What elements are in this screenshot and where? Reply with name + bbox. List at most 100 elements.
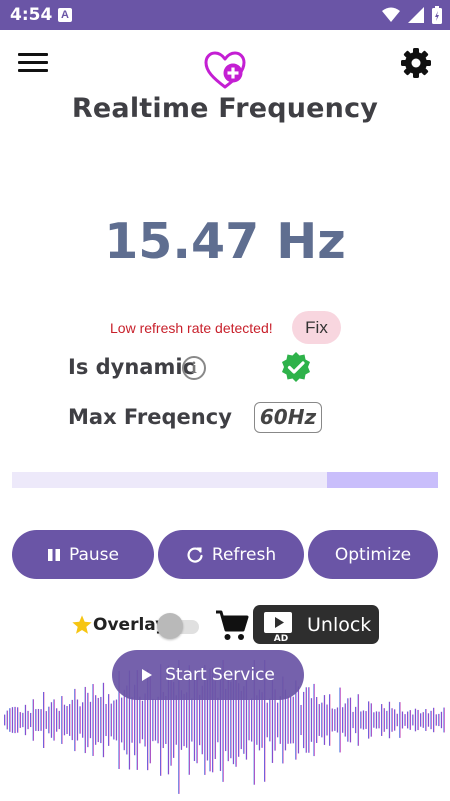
wave-bar: [349, 697, 352, 743]
cart-icon[interactable]: [214, 607, 250, 643]
wave-bar: [248, 699, 250, 741]
wave-bar: [365, 711, 367, 729]
wave-bar: [66, 705, 68, 735]
notification-icon: A: [58, 8, 72, 22]
video-ad-icon: AD: [264, 612, 292, 644]
wave-bar: [427, 713, 430, 727]
start-service-button[interactable]: Start Service: [112, 650, 304, 700]
wave-bar: [84, 686, 86, 754]
optimize-label: Optimize: [334, 544, 412, 565]
wave-bar: [105, 703, 107, 737]
info-icon[interactable]: i: [182, 356, 206, 380]
wave-bar: [131, 697, 133, 743]
wave-bar: [386, 710, 388, 730]
wave-bar: [420, 713, 422, 727]
wave-bar: [76, 699, 79, 741]
wave-bar: [308, 687, 310, 753]
wave-bar: [383, 708, 385, 732]
overlay-toggle[interactable]: [157, 613, 201, 639]
wave-bar: [162, 691, 164, 749]
wave-bar: [316, 697, 318, 743]
wave-bar: [336, 707, 339, 733]
wave-bar: [409, 710, 411, 730]
start-service-label: Start Service: [165, 665, 275, 685]
refresh-label: Refresh: [211, 544, 277, 565]
wave-bar: [310, 698, 313, 742]
wave-bar: [61, 696, 63, 744]
wave-bar: [323, 695, 326, 745]
max-frequency-value: 60Hz: [254, 402, 322, 433]
battery-icon: [432, 6, 442, 24]
hamburger-icon-line: [18, 61, 48, 64]
progress-fill: [327, 472, 438, 488]
wave-bar: [277, 702, 279, 738]
signal-icon: [408, 7, 424, 23]
wave-bar: [303, 691, 305, 749]
wave-bar: [355, 706, 357, 734]
wave-bar: [433, 707, 435, 733]
wave-bar: [69, 704, 71, 736]
unlock-button[interactable]: AD Unlock: [253, 605, 379, 644]
hamburger-icon-line: [18, 53, 48, 56]
status-bar: 4:54 A: [0, 0, 450, 30]
pause-button[interactable]: Pause: [12, 530, 154, 579]
wave-bar: [357, 694, 359, 746]
wave-bar: [217, 697, 219, 743]
status-time: 4:54: [10, 5, 53, 25]
wave-bar: [35, 709, 37, 731]
verified-check-icon: [282, 352, 310, 382]
low-refresh-warning: Low refresh rate detected!: [110, 320, 273, 336]
gear-icon[interactable]: [400, 47, 432, 79]
wave-bar: [266, 702, 268, 738]
wave-bar: [71, 699, 73, 741]
status-icons: [382, 6, 442, 24]
wave-bar: [74, 688, 76, 752]
wave-bar: [56, 708, 58, 732]
wave-bar: [360, 711, 362, 729]
wave-bar: [108, 694, 110, 746]
pause-icon: [48, 548, 60, 561]
refresh-button[interactable]: Refresh: [158, 530, 304, 579]
wave-bar: [53, 699, 55, 741]
wave-bar: [115, 699, 118, 741]
wave-bar: [422, 712, 424, 728]
wave-bar: [404, 714, 406, 726]
wave-bar: [58, 710, 60, 730]
wave-bar: [11, 707, 14, 733]
wave-bar: [32, 699, 34, 741]
wave-bar: [113, 700, 115, 740]
wave-bar: [388, 701, 391, 739]
wave-bar: [347, 698, 349, 742]
wave-bar: [417, 709, 419, 731]
wave-bar: [37, 708, 40, 732]
wave-bar: [48, 706, 50, 734]
wave-bar: [4, 714, 6, 726]
heart-plus-icon: [204, 51, 246, 89]
ad-badge: AD: [274, 634, 288, 644]
wave-bar: [414, 708, 417, 732]
wave-bar: [290, 696, 292, 744]
is-dynamic-label: Is dynamic: [68, 355, 195, 379]
wave-bar: [175, 695, 177, 745]
wave-bar: [375, 711, 378, 729]
wave-bar: [313, 683, 315, 757]
wave-bar: [144, 693, 146, 747]
wave-bar: [370, 703, 372, 737]
wave-bar: [443, 707, 445, 733]
menu-button[interactable]: [16, 48, 50, 78]
wave-bar: [121, 697, 123, 743]
fix-button[interactable]: Fix: [292, 311, 341, 344]
wave-bar: [43, 691, 45, 749]
optimize-button[interactable]: Optimize: [308, 530, 438, 579]
wave-bar: [381, 704, 383, 736]
wave-bar: [97, 697, 99, 743]
wave-bar: [40, 709, 42, 731]
wave-bar: [183, 693, 185, 747]
wave-bar: [24, 704, 27, 736]
pause-label: Pause: [69, 544, 119, 565]
wave-bar: [401, 711, 404, 729]
wave-bar: [407, 711, 409, 729]
frequency-value: 15.47 Hz: [104, 213, 346, 270]
progress-bar: [12, 472, 438, 488]
wave-bar: [79, 706, 81, 734]
